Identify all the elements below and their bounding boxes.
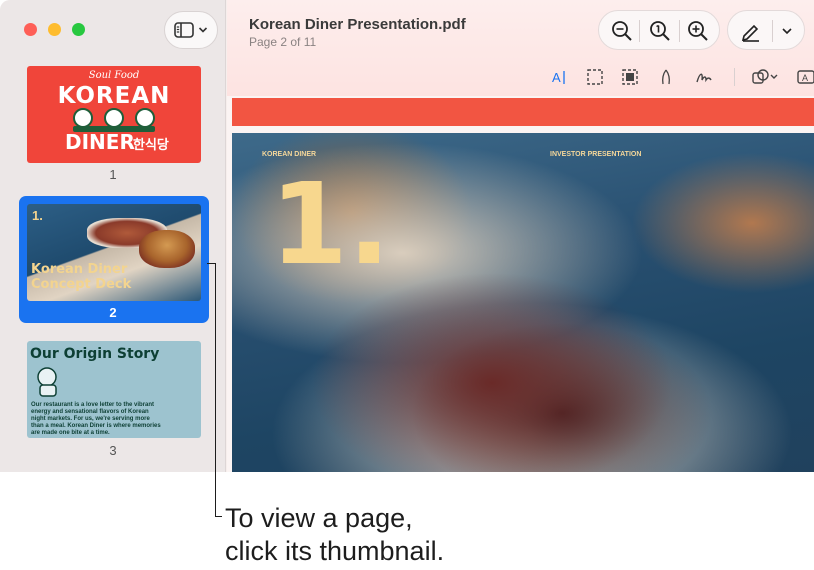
rect-selection-icon[interactable] [586, 68, 604, 86]
toolbar: Korean Diner Presentation.pdf Page 2 of … [227, 0, 814, 96]
page-thumbnail-3[interactable]: Our Origin Story Our restaurant is a lov… [27, 341, 201, 438]
thumb2-number: 1. [32, 208, 43, 223]
document-view: Korean Diner Presentation.pdf Page 2 of … [227, 0, 814, 472]
minimize-window-button[interactable] [48, 23, 61, 36]
chevron-down-icon [198, 27, 208, 33]
callout-line-1: To view a page, [225, 503, 413, 533]
current-page-view[interactable]: KOREAN DINER INVESTOR PRESENTATION 1. [232, 133, 814, 472]
smart-lasso-icon[interactable] [621, 68, 639, 86]
thumb1-page-number: 1 [109, 167, 117, 182]
preview-window: Soul Food KOREAN DINER 한식당 1 1. Korean D… [0, 0, 814, 472]
thumb3-body-text: Our restaurant is a love letter to the v… [31, 402, 161, 436]
thumb3-title: Our Origin Story [30, 346, 160, 362]
close-window-button[interactable] [24, 23, 37, 36]
sidebar-view-button[interactable] [164, 11, 218, 49]
sidebar-icon [174, 22, 194, 38]
document-title: Korean Diner Presentation.pdf [249, 16, 466, 33]
shapes-icon[interactable] [751, 68, 781, 86]
thumb1-tagline: Soul Food [88, 70, 140, 81]
tool-separator [734, 68, 735, 86]
actual-size-icon[interactable] [649, 20, 671, 42]
callout-line [215, 263, 216, 517]
sketch-icon[interactable] [657, 68, 675, 86]
zoom-separator [639, 20, 640, 42]
zoom-separator [679, 20, 680, 42]
thumbnail-sidebar: Soul Food KOREAN DINER 한식당 1 1. Korean D… [0, 0, 226, 472]
page-thumbnail-2[interactable]: 1. Korean Diner Concept Deck [27, 204, 201, 301]
markup-toolbar-toggle[interactable] [727, 10, 805, 50]
markup-pen-icon [741, 24, 759, 42]
signature-icon[interactable] [695, 68, 713, 86]
callout-line-2: click its thumbnail. [225, 536, 445, 566]
svg-text:A: A [802, 73, 808, 83]
text-selection-icon[interactable]: A [551, 68, 569, 86]
page-big-number: 1. [270, 160, 391, 290]
text-box-icon[interactable]: A [796, 68, 814, 86]
thumb1-title-hangul: 한식당 [133, 137, 169, 152]
previous-page-bottom [232, 98, 814, 126]
page-header-right: INVESTOR PRESENTATION [550, 151, 642, 158]
page-thumbnail-1[interactable]: Soul Food KOREAN DINER 한식당 [27, 66, 201, 163]
thumb2-title-line1: Korean Diner [31, 262, 128, 277]
zoom-window-button[interactable] [72, 23, 85, 36]
thumb2-burger-photo [139, 230, 195, 268]
zoom-out-icon[interactable] [611, 20, 633, 42]
thumb2-title-line2: Concept Deck [31, 277, 132, 292]
callout-text: To view a page, click its thumbnail. [225, 502, 444, 568]
markup-separator [772, 20, 773, 42]
thumb2-page-number: 2 [109, 305, 117, 320]
thumb2-title: Korean Diner Concept Deck [31, 262, 131, 292]
thumb3-page-number: 3 [109, 443, 117, 458]
thumb1-title-diner: DINER [65, 130, 135, 154]
chevron-down-icon [782, 28, 792, 35]
zoom-in-icon[interactable] [687, 20, 709, 42]
svg-text:A: A [552, 70, 561, 85]
mascot-icon [37, 367, 57, 397]
page-indicator: Page 2 of 11 [249, 35, 317, 49]
zoom-controls [598, 10, 720, 50]
page-header-left: KOREAN DINER [262, 151, 317, 158]
callout-tick-bottom [215, 516, 222, 517]
